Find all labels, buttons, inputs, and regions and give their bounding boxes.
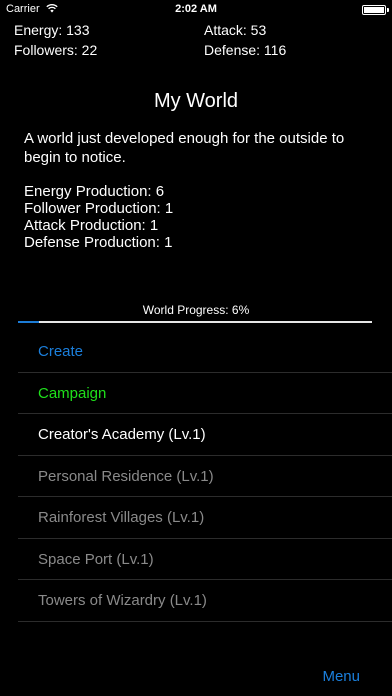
- attack-production: Attack Production: 1: [24, 217, 159, 234]
- follower-production: Follower Production: 1: [24, 200, 174, 217]
- building-menu-list: Create Campaign Creator's Academy (Lv.1)…: [18, 331, 392, 622]
- status-bar: Carrier 2:02 AM: [0, 0, 392, 20]
- battery-icon: [362, 5, 389, 15]
- energy-stat: Energy: 133: [14, 22, 90, 38]
- menu-item-create[interactable]: Create: [18, 331, 392, 373]
- menu-button[interactable]: Menu: [322, 668, 360, 685]
- resource-stats: Energy: 133 Attack: 53 Followers: 22 Def…: [0, 20, 392, 60]
- menu-item-space-port[interactable]: Space Port (Lv.1): [18, 539, 392, 580]
- world-progress-bar: [18, 321, 372, 323]
- menu-item-campaign[interactable]: Campaign: [18, 373, 392, 414]
- menu-item-label: Space Port (Lv.1): [38, 550, 154, 568]
- world-title: My World: [153, 90, 239, 112]
- menu-item-rainforest-villages[interactable]: Rainforest Villages (Lv.1): [18, 497, 392, 539]
- menu-item-creators-academy[interactable]: Creator's Academy (Lv.1): [18, 414, 392, 456]
- defense-production: Defense Production: 1: [24, 234, 173, 251]
- energy-production: Energy Production: 6: [24, 183, 165, 200]
- world-progress-label: World Progress: 6%: [142, 303, 250, 317]
- defense-stat: Defense: 116: [204, 42, 287, 58]
- menu-item-label: Rainforest Villages (Lv.1): [38, 509, 205, 526]
- status-time: 2:02 AM: [175, 3, 217, 15]
- menu-item-label: Towers of Wizardry (Lv.1): [38, 592, 207, 609]
- menu-item-personal-residence[interactable]: Personal Residence (Lv.1): [18, 456, 392, 497]
- attack-stat: Attack: 53: [204, 22, 267, 38]
- menu-item-label: Creator's Academy (Lv.1): [38, 426, 206, 443]
- menu-item-label: Personal Residence (Lv.1): [38, 467, 214, 485]
- world-progress-fill: [18, 321, 40, 323]
- menu-item-towers-of-wizardry[interactable]: Towers of Wizardry (Lv.1): [18, 580, 392, 622]
- followers-stat: Followers: 22: [14, 42, 98, 58]
- world-description: A world just developed enough for the ou…: [24, 130, 345, 166]
- menu-item-label: Campaign: [38, 384, 107, 402]
- production-list: Energy Production: 6 Follower Production…: [24, 183, 173, 251]
- menu-item-label: Create: [38, 343, 84, 360]
